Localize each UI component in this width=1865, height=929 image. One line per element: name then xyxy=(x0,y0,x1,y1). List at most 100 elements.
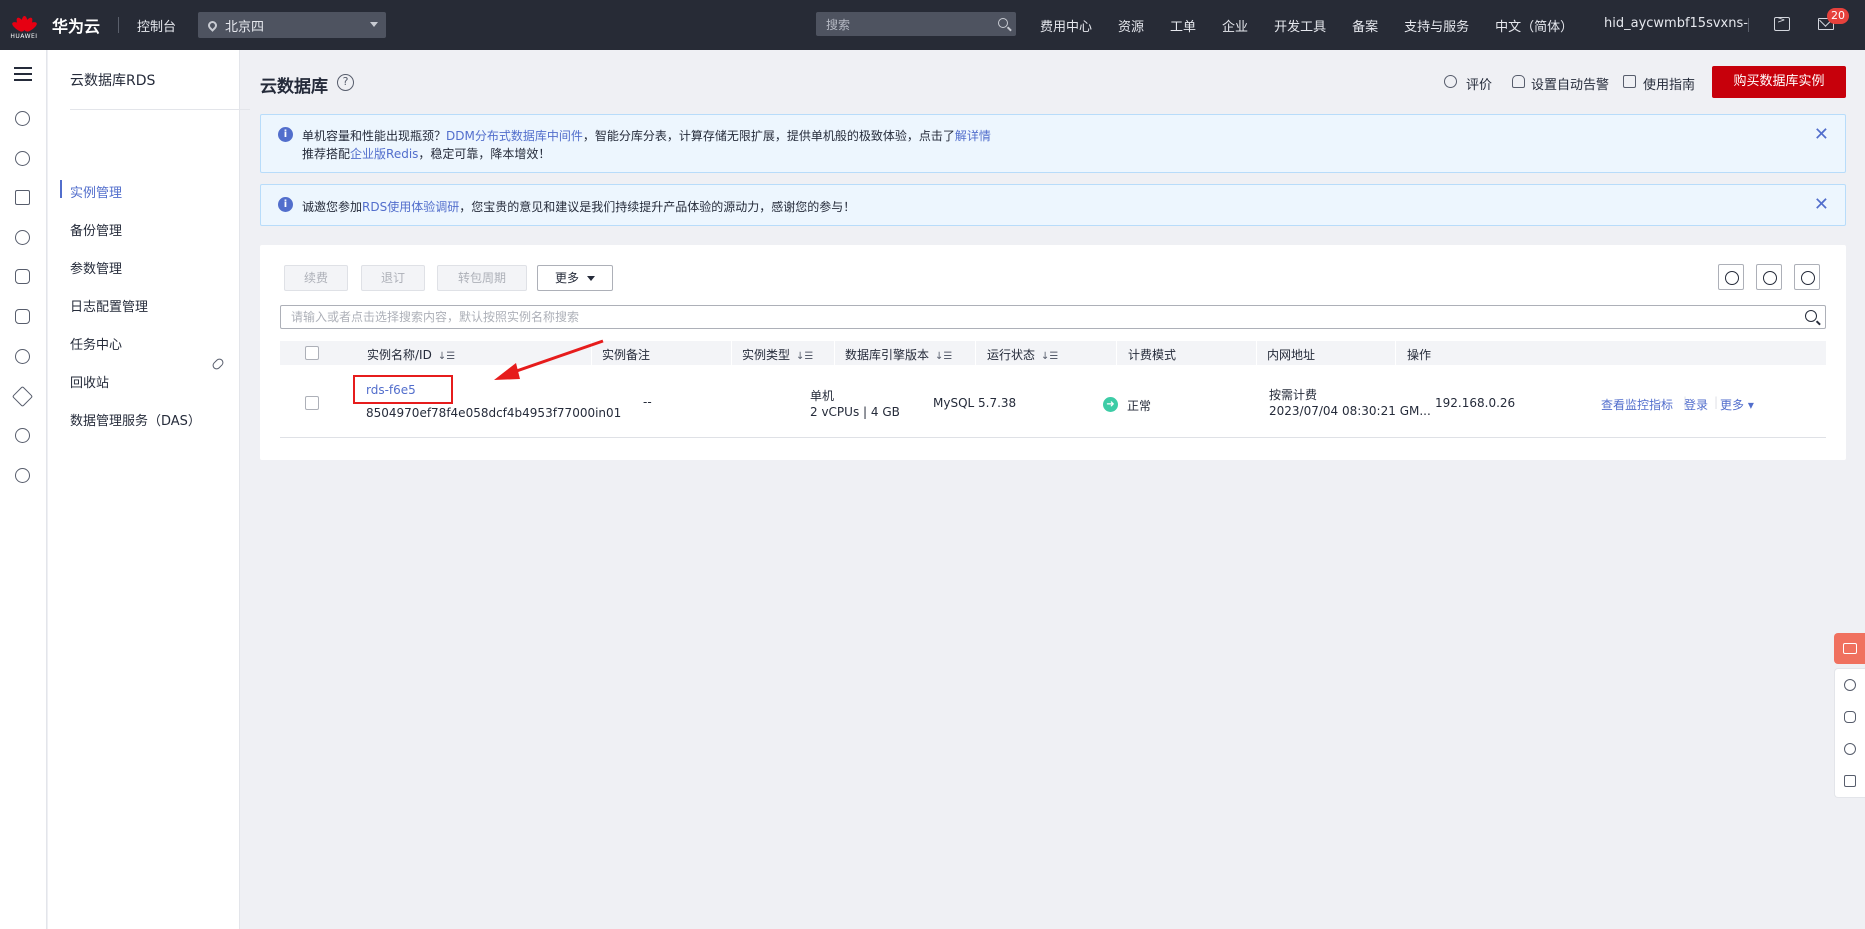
billing-mode: 按需计费 xyxy=(1269,388,1318,402)
rds-sidebar: 云数据库RDS 实例管理 备份管理 参数管理 日志配置管理 任务中心 回收站 数… xyxy=(48,50,250,929)
auto-alarm-button[interactable]: 设置自动告警 xyxy=(1531,74,1609,93)
rate-button[interactable]: 评价 xyxy=(1466,74,1492,93)
action-divider: | xyxy=(1714,395,1719,409)
more-label: 更多 xyxy=(1720,398,1745,412)
global-search-input[interactable]: 搜索 xyxy=(816,12,1016,36)
console-link[interactable]: 控制台 xyxy=(137,16,176,35)
survey-alert: i 诚邀您参加RDS使用体验调研，您宝贵的意见和建议是我们持续提升产品体验的源动… xyxy=(260,184,1846,226)
buy-instance-button[interactable]: 购买数据库实例 xyxy=(1712,66,1846,98)
ddm-link[interactable]: DDM分布式数据库中间件 xyxy=(446,129,583,143)
database-icon[interactable] xyxy=(15,269,30,284)
search-icon[interactable] xyxy=(1805,310,1817,322)
nav-tickets[interactable]: 工单 xyxy=(1170,16,1196,35)
col-ip: 内网地址 xyxy=(1267,348,1316,362)
sidebar-item-tasks[interactable]: 任务中心 xyxy=(70,334,122,353)
region-label: 北京四 xyxy=(225,19,265,35)
renew-button[interactable]: 续费 xyxy=(284,265,348,291)
close-icon[interactable]: ✕ xyxy=(1814,126,1829,144)
headset-icon[interactable] xyxy=(1844,711,1856,723)
search-icon[interactable] xyxy=(998,18,1008,28)
alert-text: 单机容量和性能出现瓶颈？ xyxy=(302,129,447,143)
sidebar-item-log-config[interactable]: 日志配置管理 xyxy=(70,296,148,315)
sidebar-item-instances[interactable]: 实例管理 xyxy=(70,182,122,201)
question-icon[interactable] xyxy=(1844,743,1856,755)
region-selector[interactable]: 北京四 xyxy=(198,12,387,38)
external-link-icon[interactable] xyxy=(210,356,226,372)
col-divider xyxy=(1116,341,1117,365)
nav-dev-tools[interactable]: 开发工具 xyxy=(1274,16,1326,35)
nav-support[interactable]: 支持与服务 xyxy=(1404,16,1469,35)
nav-resources[interactable]: 资源 xyxy=(1118,16,1144,35)
network-icon[interactable] xyxy=(15,190,30,205)
col-status[interactable]: 运行状态 ↓☰ xyxy=(987,346,1058,363)
col-name-id[interactable]: 实例名称/ID ↓☰ xyxy=(367,346,455,363)
more-label: 更多 xyxy=(554,271,579,285)
settings-icon[interactable] xyxy=(1756,264,1782,290)
close-icon[interactable]: ✕ xyxy=(1814,196,1829,214)
col-engine[interactable]: 数据库引擎版本 ↓☰ xyxy=(845,346,952,363)
cloud-monitor-icon[interactable] xyxy=(15,349,30,364)
divider xyxy=(118,17,120,33)
cluster-icon[interactable] xyxy=(15,151,30,166)
unsubscribe-button[interactable]: 退订 xyxy=(361,265,425,291)
row-more-dropdown[interactable]: 更多 ▾ xyxy=(1720,396,1754,413)
smiley-icon[interactable] xyxy=(1844,679,1856,691)
export-icon[interactable] xyxy=(1794,264,1820,290)
row-divider xyxy=(280,437,1826,438)
learn-more-link[interactable]: 解详情 xyxy=(955,129,991,143)
service-rail xyxy=(0,50,47,929)
sort-icon[interactable]: ↓☰ xyxy=(935,351,952,362)
sidebar-item-das[interactable]: 数据管理服务（DAS） xyxy=(70,410,201,429)
edit-icon xyxy=(1623,75,1636,88)
sidebar-item-recycle-bin[interactable]: 回收站 xyxy=(70,372,109,391)
alert-line-1: 单机容量和性能出现瓶颈？DDM分布式数据库中间件，智能分库分表，计算存储无限扩展… xyxy=(302,127,991,144)
cloud-icon[interactable] xyxy=(15,111,30,126)
chevron-down-icon: ▾ xyxy=(1747,398,1754,412)
instance-id: 8504970ef78f4e058dcf4b4953f77000in01 xyxy=(366,406,622,420)
col-type[interactable]: 实例类型 ↓☰ xyxy=(742,346,813,363)
security-icon[interactable] xyxy=(11,385,34,408)
nav-billing[interactable]: 费用中心 xyxy=(1040,16,1092,35)
huawei-petal-icon xyxy=(10,10,39,34)
cloud-server-icon[interactable] xyxy=(15,230,30,245)
huawei-logo[interactable]: HUAWEI xyxy=(0,0,48,50)
page-title: 云数据库 xyxy=(260,77,328,97)
sort-icon[interactable]: ↓☰ xyxy=(438,351,455,362)
floating-toolbar xyxy=(1834,668,1865,798)
storage-icon[interactable] xyxy=(15,309,30,324)
change-to-yearly-button[interactable]: 转包周期 xyxy=(437,265,527,291)
bell-icon xyxy=(1512,75,1525,88)
help-icon[interactable]: ? xyxy=(337,74,354,91)
view-metrics-link[interactable]: 查看监控指标 xyxy=(1601,396,1673,413)
login-link[interactable]: 登录 xyxy=(1684,396,1708,413)
sidebar-item-backups[interactable]: 备份管理 xyxy=(70,220,122,239)
instance-search-input[interactable]: 请输入或者点击选择搜索内容，默认按照实例名称搜索 xyxy=(280,305,1826,329)
alert-text: 推荐搭配 xyxy=(302,147,351,161)
terminal-icon[interactable] xyxy=(1774,15,1790,31)
nav-icp[interactable]: 备案 xyxy=(1352,16,1378,35)
checklist-icon[interactable] xyxy=(1844,775,1856,787)
sidebar-item-parameters[interactable]: 参数管理 xyxy=(70,258,122,277)
globe-icon[interactable] xyxy=(15,428,30,443)
nav-language[interactable]: 中文（简体） xyxy=(1495,16,1573,35)
col-label: 实例名称/ID xyxy=(367,348,432,362)
hamburger-menu-icon[interactable] xyxy=(14,67,32,81)
more-actions-dropdown[interactable]: 更多 xyxy=(537,265,613,291)
service-catalog-icon[interactable] xyxy=(15,468,30,483)
sort-icon[interactable]: ↓☰ xyxy=(796,351,813,362)
refresh-icon[interactable] xyxy=(1718,264,1744,290)
row-checkbox[interactable] xyxy=(305,396,319,410)
feedback-chat-icon[interactable] xyxy=(1834,633,1865,664)
user-account[interactable]: hid_aycwmbf15svxns- xyxy=(1604,16,1748,31)
redis-link[interactable]: 企业版Redis xyxy=(350,147,418,161)
smiley-icon xyxy=(1444,75,1457,88)
divider xyxy=(1748,18,1749,32)
select-all-checkbox[interactable] xyxy=(305,346,319,360)
nav-enterprise[interactable]: 企业 xyxy=(1222,16,1248,35)
brand-name[interactable]: 华为云 xyxy=(52,13,100,37)
col-label: 数据库引擎版本 xyxy=(845,348,930,362)
user-guide-button[interactable]: 使用指南 xyxy=(1643,74,1695,93)
sort-icon[interactable]: ↓☰ xyxy=(1041,351,1058,362)
survey-link[interactable]: RDS使用体验调研 xyxy=(362,200,459,214)
alert-line-2: 推荐搭配企业版Redis，稳定可靠，降本增效！ xyxy=(302,145,550,162)
